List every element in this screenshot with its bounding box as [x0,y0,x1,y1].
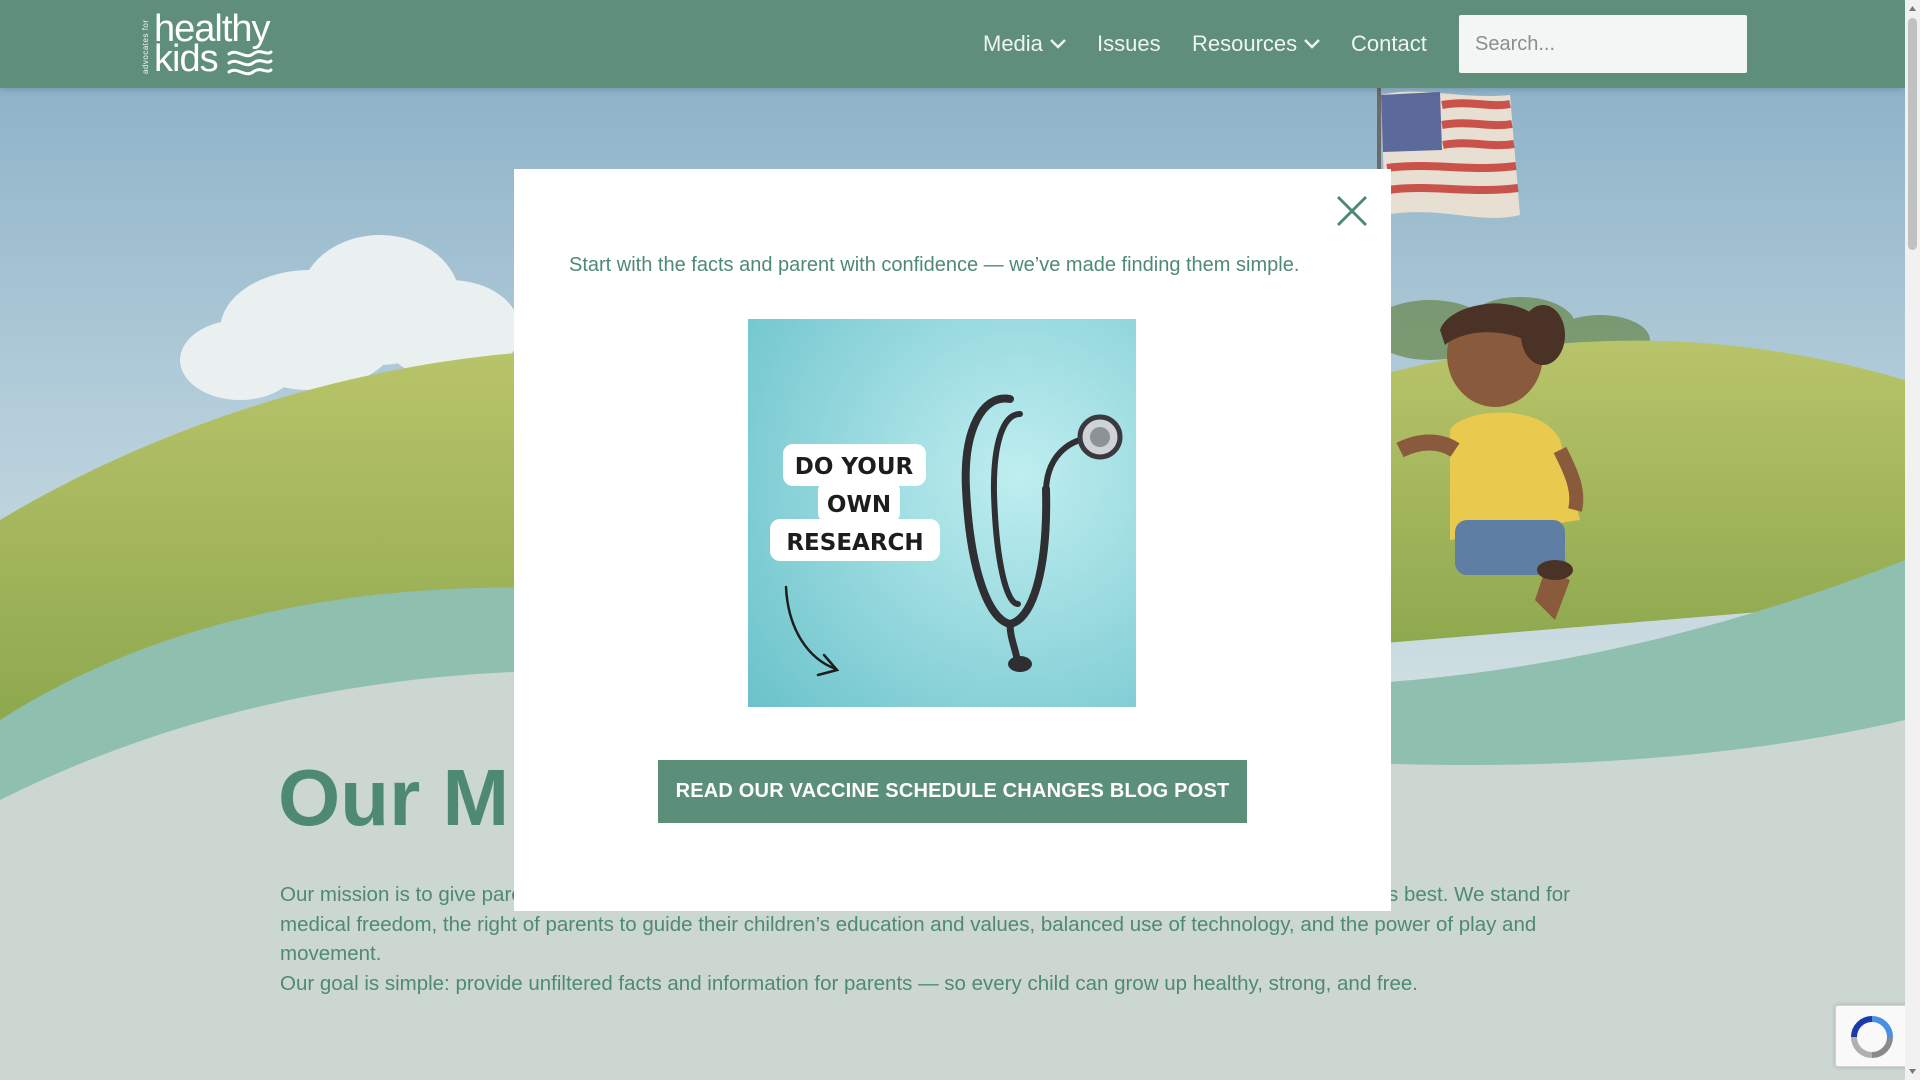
modal-message: Start with the facts and parent with con… [569,254,1300,276]
image-text-line1: DO YOUR [795,454,914,480]
scrollbar-thumb[interactable] [1908,18,1917,250]
recaptcha-badge[interactable] [1835,1005,1907,1067]
scroll-up-icon[interactable] [1908,3,1917,13]
research-image-svg: DO YOUR OWN RESEARCH [748,319,1136,707]
image-text-line3: RESEARCH [786,530,923,556]
do-your-own-research-image: DO YOUR OWN RESEARCH [748,319,1136,707]
scroll-down-icon[interactable] [1908,1067,1917,1077]
vaccine-blog-post-button[interactable]: READ OUR VACCINE SCHEDULE CHANGES BLOG P… [658,760,1247,823]
modal-close-button[interactable] [1334,193,1370,229]
popup-modal: Start with the facts and parent with con… [514,169,1391,911]
close-icon[interactable] [1334,193,1370,229]
page-scrollbar[interactable] [1905,0,1920,1080]
image-text-line2: OWN [827,492,891,518]
recaptcha-icon [1851,1016,1893,1058]
